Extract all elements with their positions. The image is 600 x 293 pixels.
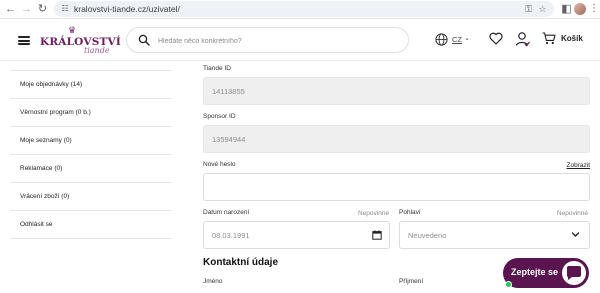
chat-widget-button[interactable]: Zeptejte se	[503, 258, 589, 288]
first-name-label: Jméno	[203, 278, 223, 285]
account-sidebar: Moje objednávky (14) Věrnostní program (…	[10, 61, 172, 293]
sidebar-item-label: Moje seznamy (0)	[20, 137, 72, 144]
globe-icon	[435, 33, 448, 46]
search-input[interactable]	[158, 35, 398, 47]
sidebar-item-loyalty[interactable]: Věrnostní program (0 b.)	[10, 99, 172, 127]
sidebar-item-label: Odhlásit se	[20, 221, 53, 228]
site-header: ♛ KRÁLOVSTVÍ tiande CZ ⌄ Košík	[0, 19, 600, 61]
sidebar-item-complaints[interactable]: Reklamace (0)	[10, 155, 172, 183]
tiande-id-value: 14113855	[212, 87, 245, 96]
logo-sub-text: tiande	[84, 46, 110, 55]
calendar-icon[interactable]	[372, 230, 382, 240]
user-account-icon[interactable]	[515, 31, 530, 47]
url-text: kralovstvi-tiande.cz/uzivatel/	[74, 4, 180, 14]
chevron-down-icon: ⌄	[464, 35, 470, 42]
sidebar-item-returns[interactable]: Vrácení zboží (0)	[10, 183, 172, 211]
tiande-id-field: 14113855	[203, 77, 590, 105]
site-info-icon[interactable]: ☷	[60, 4, 70, 14]
sidebar-item-label: Reklamace (0)	[20, 165, 63, 172]
logo[interactable]: ♛ KRÁLOVSTVÍ tiande	[40, 25, 121, 56]
contact-section-title: Kontaktní údaje	[203, 257, 279, 268]
sidepanel-icon[interactable]: ◧	[560, 3, 573, 16]
sidebar-item-label: Moje objednávky (14)	[20, 81, 83, 88]
sidebar-item-lists[interactable]: Moje seznamy (0)	[10, 127, 172, 155]
hamburger-menu-icon[interactable]	[18, 36, 30, 45]
sidebar-item-logout[interactable]: Odhlásit se	[10, 211, 172, 239]
chat-label: Zeptejte se	[511, 267, 559, 277]
language-label: CZ	[452, 35, 462, 44]
birth-date-value: 08.03.1991	[212, 231, 250, 240]
gender-optional: Nepovinné	[556, 210, 588, 217]
browser-toolbar: ← → ↻ ☷ kralovstvi-tiande.cz/uzivatel/ ⚿…	[0, 0, 600, 19]
chat-bubble-icon	[562, 261, 586, 285]
browser-menu-icon[interactable]: ⋮	[589, 2, 599, 16]
last-name-label: Příjmení	[399, 278, 424, 285]
birth-date-label: Datum narození	[203, 209, 250, 216]
sidebar-item-label: Vrácení zboží (0)	[20, 193, 70, 200]
cart-icon	[542, 32, 556, 45]
reload-icon[interactable]: ↻	[36, 3, 49, 16]
gender-select[interactable]: Neuvedeno	[399, 221, 590, 249]
birth-date-optional: Nepovinné	[358, 210, 390, 217]
new-password-label: Nové heslo	[203, 161, 236, 168]
sidebar-divider	[10, 61, 172, 71]
search-icon	[138, 34, 150, 46]
gender-value: Neuvedeno	[408, 231, 447, 240]
sidebar-item-orders[interactable]: Moje objednávky (14)	[10, 71, 172, 99]
cart-label: Košík	[561, 34, 583, 43]
tiande-id-label: Tiande ID	[203, 65, 231, 72]
sponsor-id-field: 13594944	[203, 125, 590, 153]
sponsor-id-label: Sponsor ID	[203, 113, 236, 120]
online-status-indicator	[505, 281, 512, 288]
profile-avatar[interactable]	[574, 3, 586, 15]
wishlist-heart-icon[interactable]	[489, 32, 503, 45]
chevron-down-icon	[571, 232, 580, 237]
address-bar[interactable]: ☷ kralovstvi-tiande.cz/uzivatel/ ⚿ ☆	[54, 1, 554, 17]
birth-date-input[interactable]: 08.03.1991	[203, 221, 390, 249]
gender-label: Pohlaví	[399, 209, 421, 216]
sidebar-item-label: Věrnostní program (0 b.)	[20, 109, 91, 116]
show-password-link[interactable]: Zobrazit	[567, 162, 590, 169]
crown-icon: ♛	[68, 25, 77, 35]
forward-icon[interactable]: →	[20, 3, 33, 16]
bookmark-star-icon[interactable]: ☆	[537, 4, 548, 15]
password-key-icon[interactable]: ⚿	[523, 4, 534, 15]
back-icon[interactable]: ←	[4, 3, 17, 16]
cart-button[interactable]: Košík	[542, 32, 592, 46]
new-password-input[interactable]	[203, 173, 590, 201]
search-bar[interactable]	[126, 27, 409, 53]
sponsor-id-value: 13594944	[212, 135, 246, 144]
